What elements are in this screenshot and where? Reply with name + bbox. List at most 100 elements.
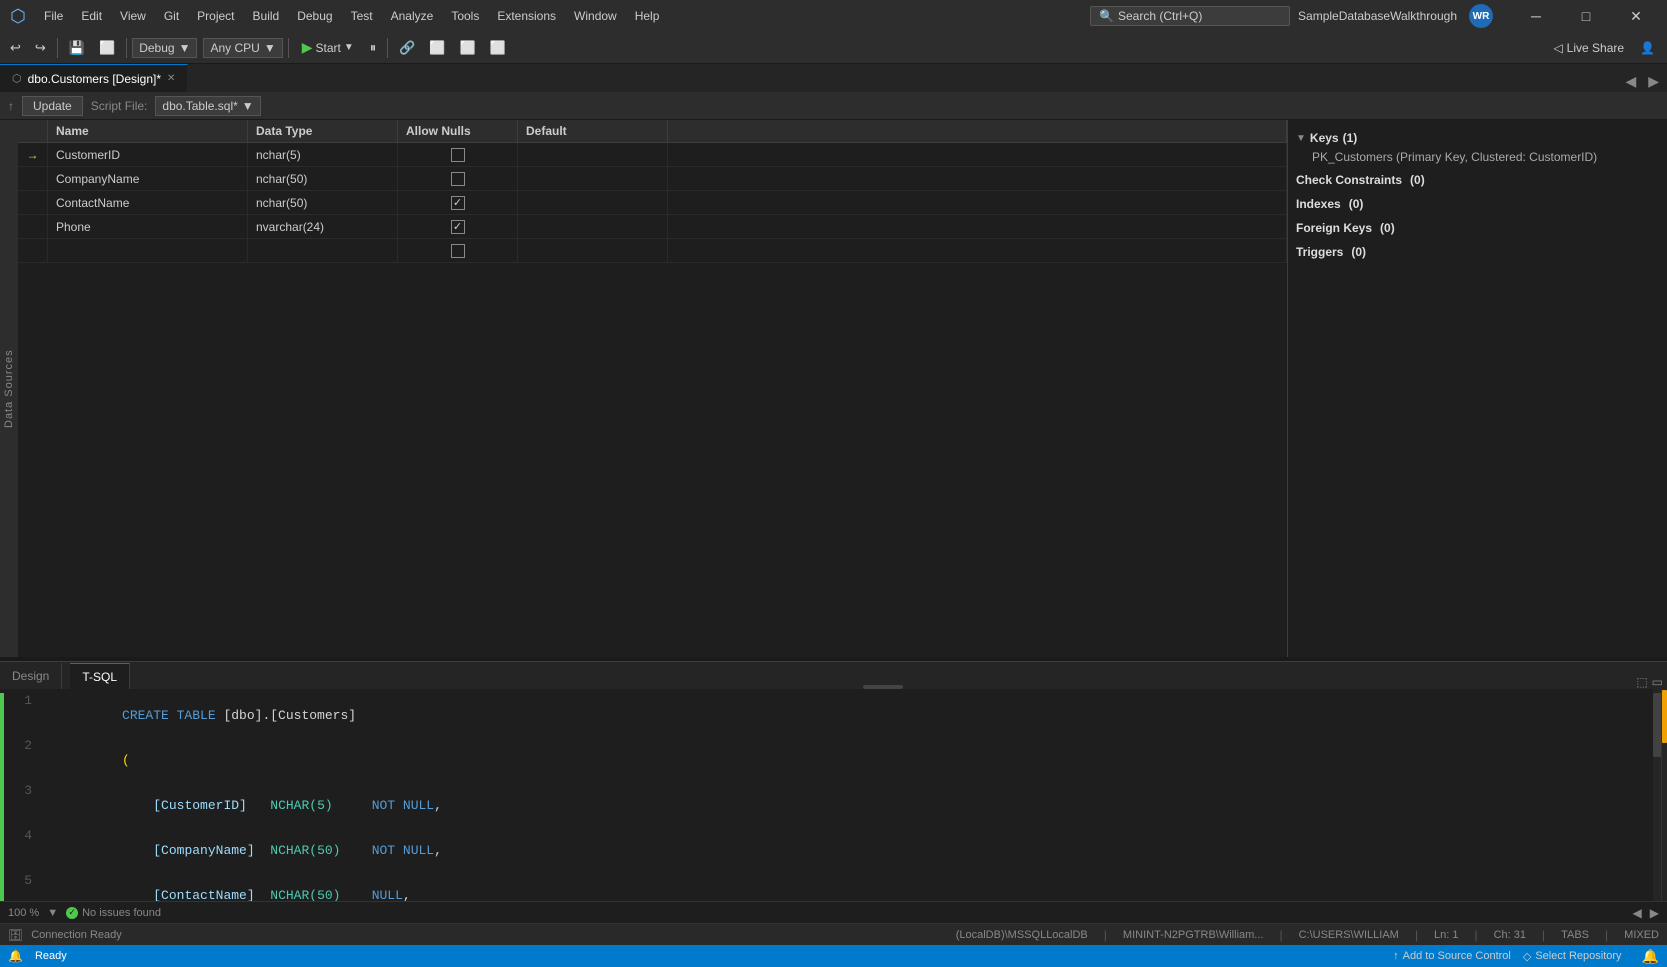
empty-icon (18, 239, 48, 262)
row-nulls[interactable] (398, 143, 518, 166)
menu-debug[interactable]: Debug (289, 5, 340, 27)
row-type[interactable]: nchar(50) (248, 167, 398, 190)
menu-view[interactable]: View (112, 5, 154, 27)
split-horiz-icon[interactable]: ▭ (1652, 675, 1663, 689)
table-grid: Name Data Type Allow Nulls Default → Cus… (18, 120, 1287, 657)
update-button[interactable]: Update (22, 96, 83, 116)
toolbar-extra1[interactable]: ⬜ (423, 37, 451, 59)
tab-design[interactable]: ⬡ dbo.Customers [Design]* ✕ (0, 64, 188, 92)
row-pk-icon (18, 215, 48, 238)
empty-default[interactable] (518, 239, 668, 262)
table-row[interactable]: Phone nvarchar(24) (18, 215, 1287, 239)
menu-test[interactable]: Test (343, 5, 381, 27)
nav-left[interactable]: ◀ (1633, 906, 1642, 920)
split-vert-icon[interactable]: ⬚ (1636, 675, 1647, 689)
zoom-scrollbar[interactable] (1661, 689, 1667, 901)
platform-dropdown[interactable]: Any CPU ▼ (203, 38, 282, 58)
table-row[interactable]: CompanyName nchar(50) (18, 167, 1287, 191)
empty-nulls[interactable] (398, 239, 518, 262)
start-button[interactable]: ▶ Start ▼ (294, 37, 362, 58)
row-name[interactable]: CustomerID (48, 143, 248, 166)
line-content-5: [ContactName] NCHAR(50) NULL, (44, 873, 1667, 901)
toolbar-redo[interactable]: ↪ (29, 37, 52, 59)
config-dropdown[interactable]: Debug ▼ (132, 38, 197, 58)
zoom-dropdown[interactable]: ▼ (47, 907, 58, 919)
maximize-button[interactable]: □ (1563, 0, 1609, 32)
row-name[interactable]: CompanyName (48, 167, 248, 190)
indexes-header[interactable]: Indexes (0) (1296, 194, 1659, 214)
row-default[interactable] (518, 215, 668, 238)
live-share-button[interactable]: ◁ Live Share 👤 (1545, 38, 1663, 58)
menu-extensions[interactable]: Extensions (489, 5, 564, 27)
row-name[interactable]: Phone (48, 215, 248, 238)
toolbar-save[interactable]: 💾 (63, 37, 91, 59)
keys-header[interactable]: ▼ Keys (1) (1296, 128, 1659, 148)
check-header[interactable]: Check Constraints (0) (1296, 170, 1659, 190)
tab-scroll-left[interactable]: ◀ (1621, 71, 1640, 92)
row-type[interactable]: nchar(5) (248, 143, 398, 166)
toolbar-attach[interactable]: 🔗 (393, 37, 421, 59)
menu-window[interactable]: Window (566, 5, 625, 27)
empty-type[interactable] (248, 239, 398, 262)
bell-icon[interactable]: 🔔 (1642, 948, 1659, 965)
menu-tools[interactable]: Tools (443, 5, 487, 27)
row-name[interactable]: ContactName (48, 191, 248, 214)
toolbar-extra3[interactable]: ⬜ (484, 37, 512, 59)
fk-count: (0) (1380, 221, 1395, 235)
table-row[interactable]: → CustomerID nchar(5) (18, 143, 1287, 167)
sep3 (288, 38, 289, 58)
grid-header: Name Data Type Allow Nulls Default (18, 120, 1287, 143)
triggers-header[interactable]: Triggers (0) (1296, 242, 1659, 262)
tab-tsql-view[interactable]: T-SQL (70, 663, 130, 689)
toolbar-pause[interactable]: ⏸ (364, 37, 383, 59)
select-repository-button[interactable]: ◇ Select Repository (1523, 950, 1622, 963)
tab-design-view[interactable]: Design (0, 663, 62, 689)
nulls-checkbox[interactable] (451, 220, 465, 234)
nulls-checkbox[interactable] (451, 244, 465, 258)
empty-name[interactable] (48, 239, 248, 262)
nulls-checkbox[interactable] (451, 196, 465, 210)
nulls-checkbox[interactable] (451, 172, 465, 186)
col-header-type: Data Type (248, 120, 398, 142)
menu-help[interactable]: Help (627, 5, 668, 27)
toolbar-undo-group[interactable]: ↩ (4, 37, 27, 59)
select-repo-label: Select Repository (1535, 950, 1621, 962)
row-default[interactable] (518, 191, 668, 214)
menu-analyze[interactable]: Analyze (383, 5, 442, 27)
script-dropdown[interactable]: dbo.Table.sql* ▼ (155, 96, 260, 116)
nulls-checkbox[interactable] (451, 148, 465, 162)
table-row[interactable]: ContactName nchar(50) (18, 191, 1287, 215)
toolbar-save-all[interactable]: ⬜ (93, 37, 121, 59)
check-label: Check Constraints (1296, 173, 1402, 187)
row-nulls[interactable] (398, 191, 518, 214)
col-type: NCHAR(50) (270, 843, 340, 858)
close-button[interactable]: ✕ (1613, 0, 1659, 32)
menu-build[interactable]: Build (245, 5, 288, 27)
menu-edit[interactable]: Edit (73, 5, 110, 27)
row-nulls[interactable] (398, 167, 518, 190)
line-num-1: 1 (4, 693, 44, 738)
row-type[interactable]: nvarchar(24) (248, 215, 398, 238)
table-row-empty[interactable] (18, 239, 1287, 263)
fk-header[interactable]: Foreign Keys (0) (1296, 218, 1659, 238)
minimize-button[interactable]: ─ (1513, 0, 1559, 32)
search-box[interactable]: 🔍 Search (Ctrl+Q) (1090, 6, 1290, 26)
nav-right[interactable]: ▶ (1650, 906, 1659, 920)
row-nulls[interactable] (398, 215, 518, 238)
tab-close-button[interactable]: ✕ (167, 73, 175, 84)
row-type[interactable]: nchar(50) (248, 191, 398, 214)
zoom-level[interactable]: 100 % (8, 907, 39, 919)
menu-git[interactable]: Git (156, 5, 187, 27)
update-bar: ↑ Update Script File: dbo.Table.sql* ▼ (0, 92, 1667, 120)
config-arrow: ▼ (179, 41, 191, 55)
row-default[interactable] (518, 143, 668, 166)
row-default[interactable] (518, 167, 668, 190)
code-editor[interactable]: 1 CREATE TABLE [dbo].[Customers] 2 ( 3 [… (0, 689, 1667, 901)
add-to-source-control[interactable]: ↑ Add to Source Control (1393, 950, 1511, 962)
toolbar-extra2[interactable]: ⬜ (454, 37, 482, 59)
menu-project[interactable]: Project (189, 5, 242, 27)
tab-scroll-right[interactable]: ▶ (1644, 71, 1663, 92)
zoom-thumb[interactable] (1662, 690, 1667, 743)
menu-file[interactable]: File (36, 5, 71, 27)
row-pk-icon (18, 191, 48, 214)
